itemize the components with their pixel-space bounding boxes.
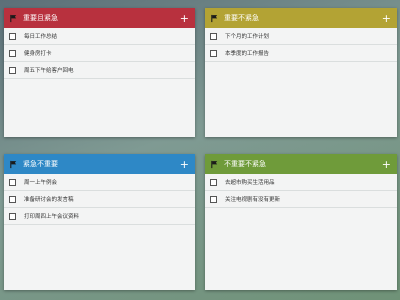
quadrant-urgent-not-important: 紧急不重要 + 周一上午例会 准备研讨会的发言稿 打印周四上午会议资料 <box>4 154 195 290</box>
task-label: 去超市购买生活用品 <box>225 180 275 186</box>
task-list: 去超市购买生活用品 关注电视剧有没有更新 <box>205 174 397 208</box>
task-item[interactable]: 周一上午例会 <box>4 174 195 191</box>
checkbox[interactable] <box>210 195 217 203</box>
flag-icon <box>10 160 17 168</box>
flag-icon <box>211 160 218 168</box>
quadrant-header: 重要不紧急 + <box>205 8 397 28</box>
task-item[interactable]: 去超市购买生活用品 <box>205 174 397 191</box>
quadrant-title: 重要不紧急 <box>224 14 259 22</box>
quadrant-important-not-urgent: 重要不紧急 + 下个月的工作计划 本季度的工作报告 <box>205 8 397 137</box>
checkbox[interactable] <box>9 212 16 220</box>
task-item[interactable]: 本季度的工作报告 <box>205 45 397 62</box>
task-item[interactable]: 准备研讨会的发言稿 <box>4 191 195 208</box>
task-item[interactable]: 周五下午给客户回电 <box>4 62 195 79</box>
checkbox[interactable] <box>9 49 16 57</box>
task-item[interactable]: 健身房打卡 <box>4 45 195 62</box>
add-task-button[interactable]: + <box>382 159 391 170</box>
quadrant-header: 重要且紧急 + <box>4 8 195 28</box>
task-item[interactable]: 打印周四上午会议资料 <box>4 208 195 225</box>
flag-icon <box>211 14 218 22</box>
checkbox[interactable] <box>9 195 16 203</box>
add-task-button[interactable]: + <box>180 159 189 170</box>
task-list: 下个月的工作计划 本季度的工作报告 <box>205 28 397 62</box>
quadrant-header: 紧急不重要 + <box>4 154 195 174</box>
flag-icon <box>10 14 17 22</box>
task-label: 本季度的工作报告 <box>225 51 270 57</box>
checkbox[interactable] <box>210 49 217 57</box>
checkbox[interactable] <box>9 66 16 74</box>
checkbox[interactable] <box>210 178 217 186</box>
task-label: 打印周四上午会议资料 <box>24 214 80 220</box>
task-label: 关注电视剧有没有更新 <box>225 197 281 203</box>
quadrant-title: 不重要不紧急 <box>224 160 266 168</box>
checkbox[interactable] <box>9 178 16 186</box>
task-label: 健身房打卡 <box>24 51 52 57</box>
task-item[interactable]: 关注电视剧有没有更新 <box>205 191 397 208</box>
task-label: 下个月的工作计划 <box>225 34 270 40</box>
task-item[interactable]: 下个月的工作计划 <box>205 28 397 45</box>
task-label: 每日工作总结 <box>24 34 58 40</box>
task-label: 准备研讨会的发言稿 <box>24 197 74 203</box>
quadrant-important-urgent: 重要且紧急 + 每日工作总结 健身房打卡 周五下午给客户回电 <box>4 8 195 137</box>
checkbox[interactable] <box>9 32 16 40</box>
checkbox[interactable] <box>210 32 217 40</box>
task-item[interactable]: 每日工作总结 <box>4 28 195 45</box>
quadrant-title: 重要且紧急 <box>23 14 58 22</box>
add-task-button[interactable]: + <box>180 13 189 24</box>
quadrant-header: 不重要不紧急 + <box>205 154 397 174</box>
task-label: 周一上午例会 <box>24 180 58 186</box>
task-list: 周一上午例会 准备研讨会的发言稿 打印周四上午会议资料 <box>4 174 195 225</box>
task-list: 每日工作总结 健身房打卡 周五下午给客户回电 <box>4 28 195 79</box>
task-label: 周五下午给客户回电 <box>24 68 74 74</box>
quadrant-title: 紧急不重要 <box>23 160 58 168</box>
add-task-button[interactable]: + <box>382 13 391 24</box>
quadrant-not-important-not-urgent: 不重要不紧急 + 去超市购买生活用品 关注电视剧有没有更新 <box>205 154 397 290</box>
